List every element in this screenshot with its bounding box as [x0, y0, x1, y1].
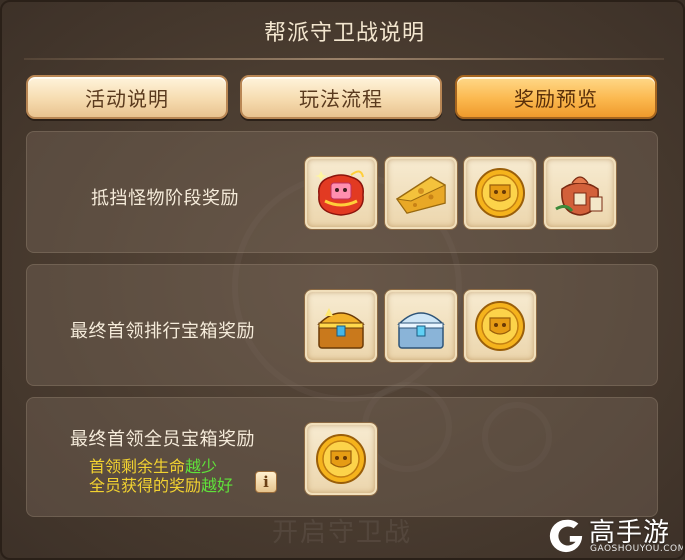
- reward-slot[interactable]: [385, 290, 457, 362]
- gift-sack-icon: [555, 176, 603, 216]
- info-button[interactable]: i: [255, 471, 277, 493]
- guard-war-info-panel: 帮派守卫战说明 活动说明 玩法流程 奖励预览 抵挡怪物阶段奖励 最终首领排行宝箱…: [0, 0, 685, 560]
- reward-note: 首领剩余生命越少 全员获得的奖励越好: [89, 457, 233, 495]
- lucky-bag-icon: [315, 170, 364, 216]
- reward-slot[interactable]: [305, 290, 377, 362]
- title-divider: [24, 58, 664, 60]
- section-label: 抵挡怪物阶段奖励: [91, 188, 239, 209]
- background-start-button-text: 开启守卫战: [272, 518, 413, 548]
- reward-section-monster-stage: 抵挡怪物阶段奖励: [26, 131, 658, 253]
- gold-coin-icon: [316, 434, 366, 484]
- reward-slot[interactable]: [544, 157, 616, 229]
- reward-slot[interactable]: [305, 423, 377, 495]
- reward-slot[interactable]: [464, 290, 536, 362]
- gold-coin-icon: [475, 168, 525, 218]
- watermark-url: GAOSHOUYOU.COM: [590, 544, 685, 554]
- note-line-1: 首领剩余生命越少: [89, 457, 218, 476]
- tab-activity-description[interactable]: 活动说明: [26, 75, 228, 119]
- tab-reward-preview[interactable]: 奖励预览: [455, 75, 657, 119]
- gold-coin-icon: [475, 301, 525, 351]
- reward-section-rank-chest: 最终首领排行宝箱奖励: [26, 264, 658, 386]
- silver-chest-icon: [397, 312, 445, 349]
- note-line-2: 全员获得的奖励越好: [89, 476, 234, 495]
- cheese-icon: [395, 176, 446, 214]
- section-label: 最终首领全员宝箱奖励: [70, 429, 255, 450]
- watermark-logo-icon: [549, 519, 583, 553]
- panel-title: 帮派守卫战说明: [263, 21, 425, 46]
- reward-slot[interactable]: [464, 157, 536, 229]
- reward-slot[interactable]: [385, 157, 457, 229]
- tab-bar: 活动说明 玩法流程 奖励预览: [26, 75, 658, 119]
- site-watermark: 高手游 GAOSHOUYOU.COM: [547, 512, 683, 556]
- gold-chest-icon: [317, 308, 365, 349]
- tab-gameplay-flow[interactable]: 玩法流程: [240, 75, 442, 119]
- reward-slot[interactable]: [305, 157, 377, 229]
- section-label: 最终首领排行宝箱奖励: [70, 321, 255, 342]
